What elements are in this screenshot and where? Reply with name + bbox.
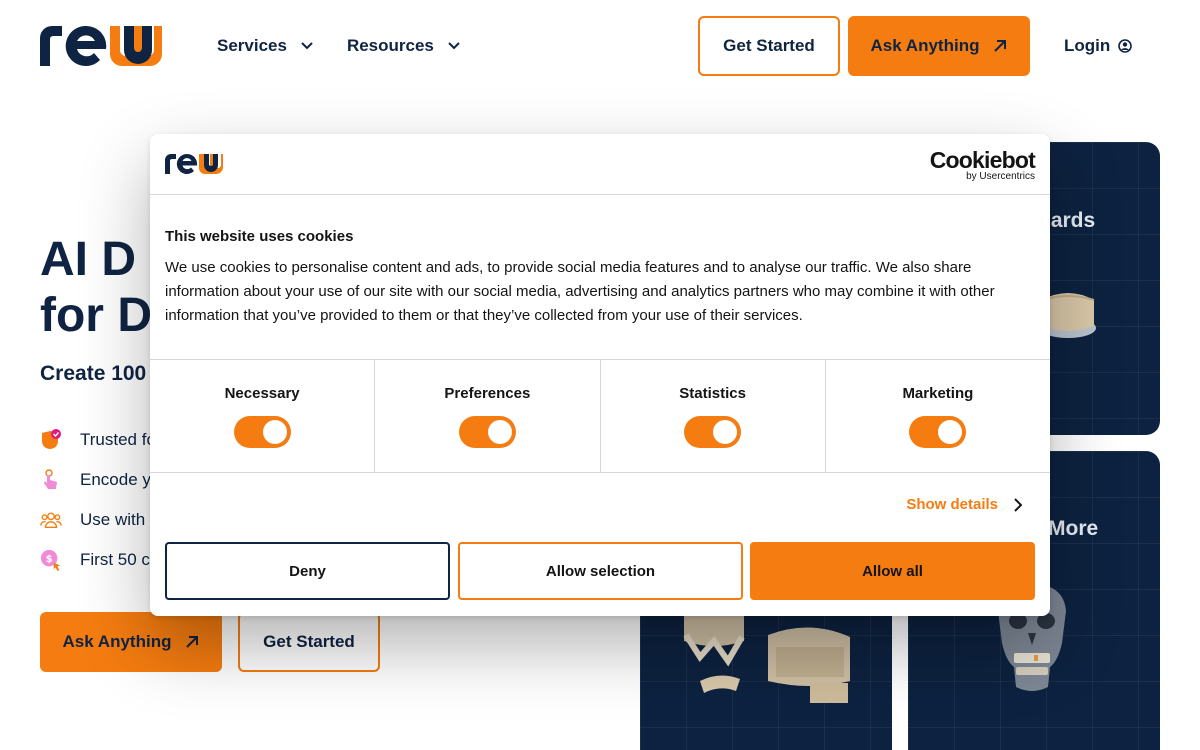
dental-models-image [683, 615, 850, 703]
feature-item: $ First 50 c [40, 549, 150, 571]
arrow-up-right-icon [994, 40, 1007, 52]
nav-resources-label: Resources [346, 36, 434, 55]
preferences-switch[interactable] [458, 416, 516, 448]
nav-services[interactable]: Services [217, 36, 313, 56]
header-get-started-label: Get Started [723, 36, 815, 55]
cookie-category-toggles: Necessary Preferences Statistics Marketi… [150, 359, 1050, 473]
allow-selection-label: Allow selection [545, 562, 656, 580]
allow-all-button[interactable]: Allow all [750, 542, 1035, 600]
toggle-label: Preferences [444, 385, 531, 402]
nav-resources[interactable]: Resources [347, 36, 460, 56]
chevron-right-icon [1014, 497, 1022, 512]
feature-item: Encode y [40, 469, 151, 491]
login-link[interactable]: Login [1064, 36, 1133, 56]
toggle-label: Necessary [224, 385, 300, 402]
feature-item: Trusted fo [40, 429, 156, 451]
hero-get-started-button[interactable]: Get Started [238, 612, 380, 672]
hero-ask-anything-button[interactable]: Ask Anything [40, 612, 222, 672]
cookiebot-brand: Cookiebot [929, 147, 1036, 173]
toggle-necessary: Necessary [150, 360, 376, 472]
tap-finger-icon [40, 469, 62, 491]
toggle-preferences: Preferences [375, 360, 601, 472]
team-icon [40, 509, 62, 531]
chevron-down-icon [448, 42, 460, 50]
toggle-statistics: Statistics [601, 360, 826, 472]
statistics-switch[interactable] [684, 416, 742, 448]
marketing-switch[interactable] [909, 416, 967, 448]
feature-text: Use with t [80, 510, 155, 529]
deny-label: Deny [289, 562, 326, 580]
user-circle-icon [1118, 39, 1133, 53]
cookie-dialog-heading: This website uses cookies [165, 228, 354, 245]
cookie-dialog-text: We use cookies to personalise content an… [165, 259, 995, 324]
site-header: Services Resources Get Started Ask Anyth… [0, 0, 1200, 92]
svg-text:$: $ [46, 554, 53, 565]
deny-button[interactable]: Deny [165, 542, 450, 600]
show-details-link[interactable]: Show details [906, 496, 1022, 513]
header-get-started-button[interactable]: Get Started [698, 16, 840, 76]
feature-text: Trusted fo [80, 430, 156, 449]
hero-title: AI D for D [40, 233, 152, 342]
show-details-label: Show details [906, 496, 998, 513]
allow-all-label: Allow all [862, 562, 923, 580]
allow-selection-button[interactable]: Allow selection [458, 542, 743, 600]
cookiebot-brand-sub: by Usercentrics [966, 171, 1035, 182]
feature-item: Use with t [40, 509, 155, 531]
toggle-label: Marketing [902, 385, 974, 402]
login-label: Login [1064, 36, 1111, 55]
rew-logo[interactable] [40, 26, 162, 68]
header-ask-anything-button[interactable]: Ask Anything [848, 16, 1030, 76]
hero-get-started-label: Get Started [263, 632, 355, 651]
toggle-label: Statistics [679, 385, 746, 402]
toggle-marketing: Marketing [826, 360, 1050, 472]
rew-logo [165, 153, 223, 174]
feature-text: First 50 c [80, 550, 150, 569]
coin-cursor-icon: $ [40, 549, 62, 571]
nav-services-label: Services [217, 36, 287, 55]
cookiebot-logo[interactable]: Cookiebot by Usercentrics [929, 147, 1036, 182]
chevron-down-icon [301, 42, 313, 50]
header-ask-anything-label: Ask Anything [870, 36, 980, 55]
necessary-switch[interactable] [233, 416, 291, 448]
arrow-up-right-icon [186, 636, 199, 648]
feature-text: Encode y [80, 470, 151, 489]
main-nav: Services Resources [217, 36, 460, 56]
hero-ask-anything-label: Ask Anything [62, 632, 172, 651]
card-title: More [1048, 517, 1099, 540]
shield-heart-icon [40, 429, 62, 451]
cookie-dialog-header: Cookiebot by Usercentrics [150, 134, 1050, 195]
cookie-consent-dialog: Cookiebot by Usercentrics This website u… [150, 134, 1050, 616]
hero-subtitle: Create 100 [40, 362, 147, 385]
